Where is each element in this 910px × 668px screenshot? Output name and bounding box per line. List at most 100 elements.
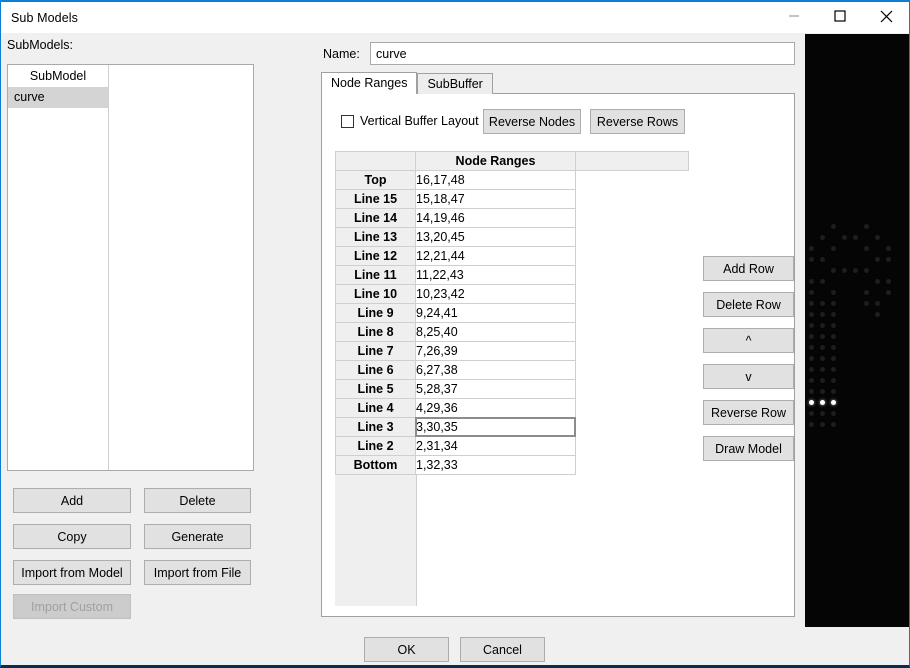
table-row[interactable]: Top 16,17,48 bbox=[335, 170, 689, 190]
node-ranges-grid[interactable]: Node Ranges Top 16,17,48 Line 15 15,18,47 Li… bbox=[335, 151, 692, 606]
maximize-button[interactable] bbox=[817, 2, 863, 33]
row-header-cell[interactable]: Line 13 bbox=[335, 227, 416, 247]
move-row-up-button[interactable]: ^ bbox=[703, 328, 794, 353]
node-ranges-panel: Vertical Buffer Layout Reverse Nodes Rev… bbox=[321, 93, 795, 617]
table-row[interactable]: Line 7 7,26,39 bbox=[335, 341, 689, 361]
move-row-down-button[interactable]: v bbox=[703, 364, 794, 389]
grid-spacer-cell bbox=[576, 247, 689, 266]
table-row[interactable]: Line 11 11,22,43 bbox=[335, 265, 689, 285]
node-range-cell[interactable]: 1,32,33 bbox=[415, 455, 576, 475]
table-row[interactable]: Line 5 5,28,37 bbox=[335, 379, 689, 399]
node-range-cell[interactable]: 3,30,35 bbox=[415, 417, 576, 437]
reverse-rows-button[interactable]: Reverse Rows bbox=[590, 109, 685, 134]
preview-node-off bbox=[820, 235, 825, 240]
add-row-button[interactable]: Add Row bbox=[703, 256, 794, 281]
grid-spacer-header bbox=[575, 151, 689, 171]
reverse-row-button[interactable]: Reverse Row bbox=[703, 400, 794, 425]
copy-button[interactable]: Copy bbox=[13, 524, 131, 549]
table-row[interactable]: Line 4 4,29,36 bbox=[335, 398, 689, 418]
table-row[interactable]: Line 14 14,19,46 bbox=[335, 208, 689, 228]
preview-node-off bbox=[831, 422, 836, 427]
add-button[interactable]: Add bbox=[13, 488, 131, 513]
row-header-cell[interactable]: Line 12 bbox=[335, 246, 416, 266]
tab-node-ranges[interactable]: Node Ranges bbox=[321, 72, 418, 94]
cancel-button[interactable]: Cancel bbox=[460, 637, 545, 662]
import-from-model-button[interactable]: Import from Model bbox=[13, 560, 131, 585]
table-row[interactable]: Line 10 10,23,42 bbox=[335, 284, 689, 304]
close-button[interactable] bbox=[863, 2, 909, 33]
preview-node-off bbox=[831, 378, 836, 383]
node-range-cell[interactable]: 4,29,36 bbox=[415, 398, 576, 418]
vertical-buffer-layout-checkbox[interactable] bbox=[341, 114, 354, 128]
node-range-cell[interactable]: 7,26,39 bbox=[415, 341, 576, 361]
cell-focus-outline bbox=[415, 417, 576, 437]
row-header-cell[interactable]: Line 4 bbox=[335, 398, 416, 418]
vertical-buffer-layout-row[interactable]: Vertical Buffer Layout bbox=[341, 114, 479, 128]
row-header-cell[interactable]: Line 10 bbox=[335, 284, 416, 304]
row-header-cell[interactable]: Line 3 bbox=[335, 417, 416, 437]
preview-node-off bbox=[831, 246, 836, 251]
list-item[interactable]: curve bbox=[8, 87, 108, 108]
node-range-cell[interactable]: 6,27,38 bbox=[415, 360, 576, 380]
preview-node-off bbox=[820, 312, 825, 317]
table-row[interactable]: Line 6 6,27,38 bbox=[335, 360, 689, 380]
vertical-buffer-layout-label: Vertical Buffer Layout bbox=[360, 114, 479, 128]
node-range-cell[interactable]: 16,17,48 bbox=[415, 170, 576, 190]
row-header-cell[interactable]: Line 7 bbox=[335, 341, 416, 361]
preview-node-off bbox=[809, 422, 814, 427]
node-range-cell[interactable]: 12,21,44 bbox=[415, 246, 576, 266]
node-range-cell[interactable]: 5,28,37 bbox=[415, 379, 576, 399]
node-range-cell[interactable]: 10,23,42 bbox=[415, 284, 576, 304]
generate-button[interactable]: Generate bbox=[144, 524, 251, 549]
preview-node-off bbox=[809, 356, 814, 361]
minimize-button[interactable] bbox=[771, 2, 817, 33]
preview-node-on bbox=[831, 400, 836, 405]
tab-strip: Node Ranges SubBuffer bbox=[321, 72, 493, 94]
delete-row-button[interactable]: Delete Row bbox=[703, 292, 794, 317]
node-range-cell[interactable]: 14,19,46 bbox=[415, 208, 576, 228]
submodel-list[interactable]: SubModel curve bbox=[7, 64, 254, 471]
table-row[interactable]: Line 13 13,20,45 bbox=[335, 227, 689, 247]
node-range-cell[interactable]: 15,18,47 bbox=[415, 189, 576, 209]
table-row[interactable]: Bottom 1,32,33 bbox=[335, 455, 689, 475]
node-range-cell[interactable]: 13,20,45 bbox=[415, 227, 576, 247]
preview-node-off bbox=[809, 290, 814, 295]
window-controls bbox=[771, 2, 909, 33]
model-preview[interactable] bbox=[805, 34, 909, 627]
node-range-cell[interactable]: 2,31,34 bbox=[415, 436, 576, 456]
row-header-cell[interactable]: Line 11 bbox=[335, 265, 416, 285]
row-header-cell[interactable]: Line 14 bbox=[335, 208, 416, 228]
row-header-cell[interactable]: Line 2 bbox=[335, 436, 416, 456]
row-header-cell[interactable]: Line 6 bbox=[335, 360, 416, 380]
ok-button[interactable]: OK bbox=[364, 637, 449, 662]
preview-node-off bbox=[809, 312, 814, 317]
delete-button[interactable]: Delete bbox=[144, 488, 251, 513]
preview-node-off bbox=[809, 246, 814, 251]
table-row[interactable]: Line 3 3,30,35 bbox=[335, 417, 689, 437]
table-row[interactable]: Line 9 9,24,41 bbox=[335, 303, 689, 323]
preview-node-off bbox=[886, 290, 891, 295]
table-row[interactable]: Line 12 12,21,44 bbox=[335, 246, 689, 266]
row-header-cell[interactable]: Line 5 bbox=[335, 379, 416, 399]
preview-node-off bbox=[809, 378, 814, 383]
grid-spacer-cell bbox=[576, 418, 689, 437]
row-header-cell[interactable]: Line 15 bbox=[335, 189, 416, 209]
row-header-cell[interactable]: Top bbox=[335, 170, 416, 190]
table-row[interactable]: Line 8 8,25,40 bbox=[335, 322, 689, 342]
row-header-cell[interactable]: Bottom bbox=[335, 455, 416, 475]
node-range-cell[interactable]: 8,25,40 bbox=[415, 322, 576, 342]
tab-subbuffer[interactable]: SubBuffer bbox=[417, 73, 493, 94]
preview-node-off bbox=[886, 246, 891, 251]
name-input[interactable] bbox=[370, 42, 795, 65]
table-row[interactable]: Line 2 2,31,34 bbox=[335, 436, 689, 456]
node-range-cell[interactable]: 9,24,41 bbox=[415, 303, 576, 323]
table-row[interactable]: Line 15 15,18,47 bbox=[335, 189, 689, 209]
import-from-file-button[interactable]: Import from File bbox=[144, 560, 251, 585]
preview-node-off bbox=[809, 334, 814, 339]
preview-node-off bbox=[809, 323, 814, 328]
node-range-cell[interactable]: 11,22,43 bbox=[415, 265, 576, 285]
draw-model-button[interactable]: Draw Model bbox=[703, 436, 794, 461]
row-header-cell[interactable]: Line 9 bbox=[335, 303, 416, 323]
row-header-cell[interactable]: Line 8 bbox=[335, 322, 416, 342]
reverse-nodes-button[interactable]: Reverse Nodes bbox=[483, 109, 581, 134]
